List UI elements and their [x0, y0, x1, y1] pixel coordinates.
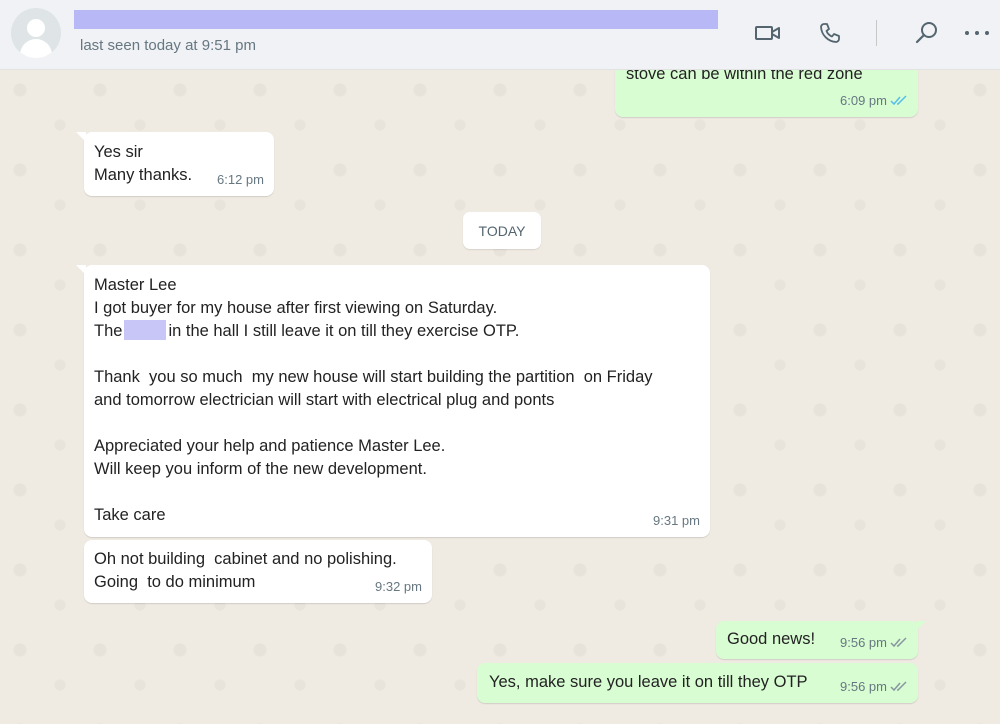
- message-text: stove can be within the red zone: [626, 70, 863, 83]
- message-time: 6:09 pm: [840, 93, 887, 108]
- message-body: Master Lee I got buyer for my house afte…: [94, 274, 700, 527]
- message-text: Good news!: [727, 630, 816, 648]
- message-text: Yes sir Many thanks.: [94, 143, 193, 184]
- last-seen-status: last seen today at 9:51 pm: [80, 37, 256, 54]
- message-line: I got buyer for my house after first vie…: [94, 299, 498, 317]
- read-receipt-icon: [890, 637, 907, 648]
- message-bubble-outgoing[interactable]: Yes, make sure you leave it on till they…: [477, 663, 918, 703]
- message-word: The: [94, 322, 123, 340]
- chat-header: last seen today at 9:51 pm: [0, 0, 1000, 70]
- message-time: 9:31 pm: [653, 513, 700, 528]
- message-time: 9:56 pm: [840, 679, 887, 694]
- message-line: The in the hall I still leave it on till …: [94, 320, 700, 343]
- message-paragraph: Take care: [94, 506, 166, 524]
- read-receipt-icon: [890, 681, 907, 692]
- redacted-word: [124, 320, 167, 340]
- message-paragraph: Thank you so much my new house will star…: [94, 368, 653, 409]
- video-call-icon[interactable]: [752, 18, 784, 48]
- message-time: 9:56 pm: [840, 635, 887, 650]
- message-meta: 6:12 pm: [217, 168, 264, 191]
- message-meta: 6:09 pm: [840, 89, 908, 112]
- message-meta: 9:56 pm: [840, 631, 908, 654]
- message-text: Yes, make sure you leave it on till they…: [489, 673, 808, 691]
- search-icon[interactable]: [911, 18, 943, 48]
- message-bubble-incoming[interactable]: Master Lee I got buyer for my house afte…: [76, 265, 710, 537]
- message-bubble-incoming[interactable]: Yes sir Many thanks. 6:12 pm: [76, 132, 274, 196]
- message-line: Master Lee: [94, 276, 177, 294]
- message-time: 9:32 pm: [375, 579, 422, 594]
- read-receipt-icon: [890, 95, 907, 106]
- message-meta: 9:56 pm: [840, 675, 908, 698]
- message-text: Oh not building cabinet and no polishing…: [94, 550, 397, 591]
- message-bubble-outgoing[interactable]: Good news! 9:56 pm: [716, 621, 926, 659]
- message-paragraph: Appreciated your help and patience Maste…: [94, 437, 446, 478]
- message-line-rest: in the hall I still leave it on till the…: [168, 322, 520, 340]
- message-meta: 9:31 pm: [653, 509, 700, 532]
- contact-name-redacted[interactable]: [74, 10, 718, 29]
- message-bubble-incoming[interactable]: Oh not building cabinet and no polishing…: [84, 540, 432, 603]
- voice-call-icon[interactable]: [814, 18, 846, 48]
- more-options-icon[interactable]: [961, 18, 993, 48]
- message-time: 6:12 pm: [217, 172, 264, 187]
- date-divider: TODAY: [463, 212, 541, 249]
- message-bubble-outgoing[interactable]: stove can be within the red zone 6:09 pm: [615, 70, 918, 117]
- contact-avatar[interactable]: [11, 8, 61, 58]
- header-divider: [876, 20, 877, 46]
- message-meta: 9:32 pm: [375, 575, 422, 598]
- chat-area[interactable]: stove can be within the red zone 6:09 pm…: [0, 70, 1000, 724]
